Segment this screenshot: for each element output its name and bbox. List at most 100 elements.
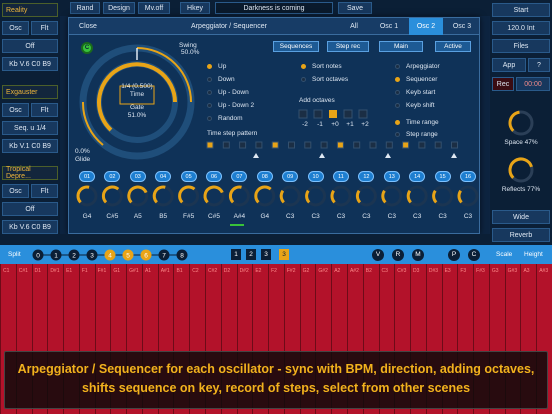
step-07[interactable]: 07 [231,171,248,182]
key-asharp2[interactable]: A#2 [350,268,359,274]
seq-number-0[interactable]: 0 [32,249,44,261]
direction-down[interactable]: Down [207,76,235,83]
note-knob[interactable] [381,185,403,207]
key-d2[interactable]: D2 [224,268,230,274]
modifier-v[interactable]: V [372,249,384,261]
files-button[interactable]: Files [492,39,550,53]
kb-button-3[interactable]: Kb V.6 C0 B9 [2,220,58,234]
key-dsharp3[interactable]: D#3 [429,268,438,274]
key-gsharp3[interactable]: G#3 [508,268,517,274]
app-button[interactable]: App [492,58,526,72]
design-button[interactable]: Design [103,2,135,14]
note-knob[interactable] [127,185,149,207]
seq-number-6[interactable]: 6 [140,249,152,261]
sort-octaves-toggle[interactable]: Sort octaves [301,76,348,83]
mode-keyb-start[interactable]: Keyb start [395,89,435,96]
key-f2[interactable]: F2 [271,268,277,274]
pattern-cell[interactable] [369,141,377,149]
step-14[interactable]: 14 [409,171,426,182]
step-04[interactable]: 04 [155,171,172,182]
main-button[interactable]: Main [379,41,423,52]
slot-2[interactable]: 2 [246,249,256,260]
key-c1[interactable]: C1 [3,268,9,274]
seq-number-1[interactable]: 1 [50,249,62,261]
sort-notes-toggle[interactable]: Sort notes [301,63,342,70]
osc-button-1[interactable]: Osc [2,21,29,35]
slot-3-active[interactable]: 3 [279,249,289,260]
pattern-cell[interactable] [451,141,458,149]
step-13[interactable]: 13 [383,171,400,182]
note-knob[interactable] [254,185,276,207]
pattern-cell[interactable] [271,141,279,149]
time-step-pattern[interactable] [205,140,467,162]
sequence-selector[interactable]: 0 1 2 3 4 5 6 7 8 [32,248,212,262]
mvoff-button[interactable]: Mv.off [138,2,170,14]
step-range-toggle[interactable]: Step range [395,131,438,138]
key-e3[interactable]: E3 [445,268,451,274]
bpm-display[interactable]: 120.0 Int [492,21,550,35]
note-knob[interactable] [152,185,174,207]
start-button[interactable]: Start [492,3,550,17]
step-rec-button[interactable]: Step rec [327,41,369,52]
pattern-cell[interactable] [206,141,214,149]
osc-button-3[interactable]: Osc [2,184,29,198]
save-button[interactable]: Save [338,2,372,14]
tab-all[interactable]: All [339,18,369,35]
flt-button-2[interactable]: Flt [31,103,58,117]
off-button-3[interactable]: Off [2,202,58,216]
note-knob[interactable] [457,185,479,207]
key-gsharp1[interactable]: G#1 [129,268,138,274]
modifier-p[interactable]: P [448,249,460,261]
mode-sequencer[interactable]: Sequencer [395,76,437,83]
slot-1[interactable]: 1 [231,249,241,260]
mode-keyb-shift[interactable]: Keyb shift [395,102,435,109]
key-fsharp2[interactable]: F#2 [287,268,296,274]
mode-arpeggiator[interactable]: Arpeggiator [395,63,440,70]
seq-number-2[interactable]: 2 [68,249,80,261]
key-csharp1[interactable]: C#1 [19,268,28,274]
tab-osc2[interactable]: Osc 2 [409,18,443,35]
key-dsharp1[interactable]: D#1 [50,268,59,274]
step-15[interactable]: 15 [434,171,451,182]
key-asharp1[interactable]: A#1 [161,268,170,274]
note-knob[interactable] [101,185,123,207]
key-c3[interactable]: C3 [382,268,388,274]
step-16[interactable]: 16 [460,171,476,182]
key-fsharp1[interactable]: F#1 [98,268,107,274]
pattern-cell[interactable] [353,141,361,149]
seq-number-8[interactable]: 8 [176,249,188,261]
key-csharp3[interactable]: C#3 [397,268,406,274]
key-g1[interactable]: G1 [113,268,120,274]
key-a1[interactable]: A1 [145,268,151,274]
seq-button[interactable]: Seq. u 1/4 [2,121,58,135]
step-01[interactable]: 01 [79,171,95,182]
note-knob[interactable] [432,185,454,207]
help-button[interactable]: ? [528,58,550,72]
note-knob[interactable] [305,185,327,207]
note-knob[interactable] [178,185,200,207]
space-knob[interactable] [506,108,536,138]
direction-random[interactable]: Random [207,115,243,122]
modifier-c[interactable]: C [468,249,480,261]
key-g3[interactable]: G3 [492,268,499,274]
key-fsharp3[interactable]: F#3 [476,268,485,274]
slot-3-left[interactable]: 3 [261,249,271,260]
scene-reality-header[interactable]: Reality [2,3,58,17]
tab-osc3[interactable]: Osc 3 [445,18,479,35]
split-button[interactable]: Split [8,251,21,258]
c-badge[interactable]: C [81,42,93,54]
seq-number-7[interactable]: 7 [158,249,170,261]
pattern-cell[interactable] [336,141,344,149]
tab-osc1[interactable]: Osc 1 [371,18,407,35]
note-knob[interactable] [355,185,377,207]
key-f3[interactable]: F3 [460,268,466,274]
key-b2[interactable]: B2 [366,268,372,274]
pattern-cell[interactable] [385,141,393,149]
reflects-knob[interactable] [506,155,536,185]
note-knob[interactable] [406,185,428,207]
flt-button-3[interactable]: Flt [31,184,58,198]
key-c2[interactable]: C2 [192,268,198,274]
direction-up-down[interactable]: Up - Down [207,89,249,96]
osc-button-2[interactable]: Osc [2,103,29,117]
flt-button-1[interactable]: Flt [31,21,58,35]
